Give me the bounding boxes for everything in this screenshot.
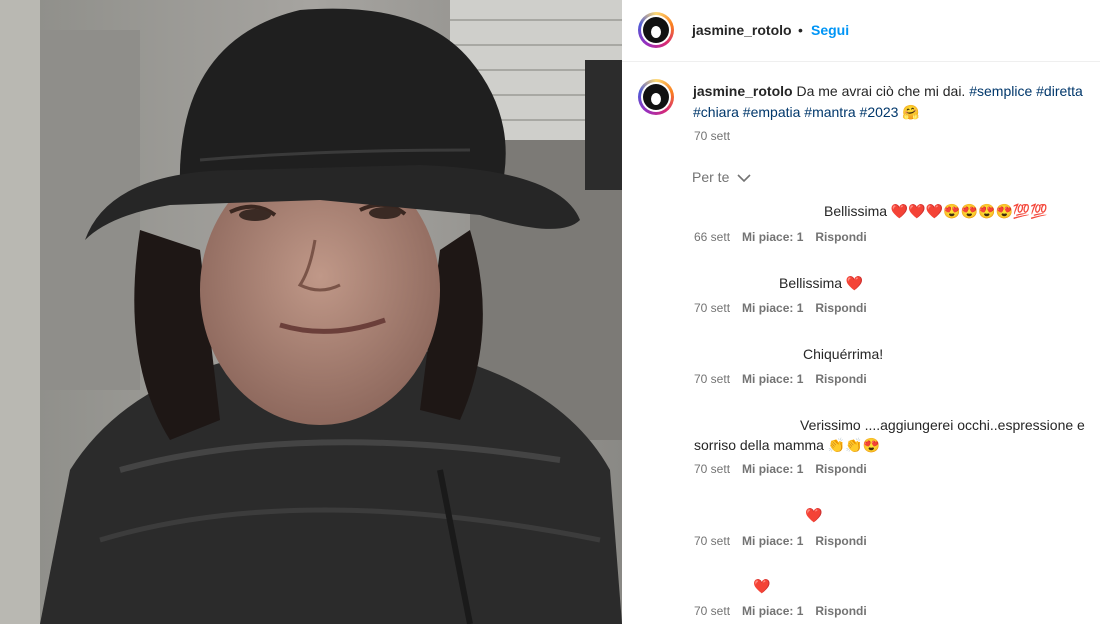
reply-button[interactable]: Rispondi [815,230,866,244]
comment-meta: 70 sett Mi piace: 1 Rispondi [694,372,867,386]
comment-time[interactable]: 70 sett [694,301,730,315]
comment-time[interactable]: 70 sett [694,462,730,476]
comment-text: Bellissima ❤️❤️❤️😍😍😍😍💯💯 [824,203,1048,219]
comment-time[interactable]: 70 sett [694,372,730,386]
reply-button[interactable]: Rispondi [815,372,866,386]
comment-filter-label: Per te [692,169,730,185]
caption-hashtags-line1[interactable]: #semplice #diretta [969,83,1083,99]
caption-emoji: 🤗 [902,104,920,120]
reply-button[interactable]: Rispondi [815,534,866,548]
comment-text: Bellissima ❤️ [779,275,864,291]
post-header: jasmine_rotolo • Segui [622,0,1100,62]
reply-button[interactable]: Rispondi [815,301,866,315]
comment-meta: 70 sett Mi piace: 1 Rispondi [694,301,867,315]
comment-text: ❤️ [753,578,771,594]
post-side-panel: jasmine_rotolo • Segui jasmine_rotolo Da… [622,0,1100,624]
caption-time[interactable]: 70 sett [694,129,730,143]
avatar[interactable] [638,12,674,48]
comment-meta: 70 sett Mi piace: 1 Rispondi [694,534,867,548]
comment-meta: 70 sett Mi piace: 1 Rispondi [694,604,867,618]
chevron-down-icon [737,174,751,183]
header-username[interactable]: jasmine_rotolo [692,22,792,38]
comment-text-line2: sorriso della mamma 👏👏😍 [694,437,881,453]
comment-text: Chiquérrima! [803,346,884,362]
reply-button[interactable]: Rispondi [815,604,866,618]
comment-time[interactable]: 70 sett [694,534,730,548]
caption-text: Da me avrai ciò che mi dai. [796,83,966,99]
comment-time[interactable]: 66 sett [694,230,730,244]
post-photo[interactable] [0,0,622,624]
caption-avatar[interactable] [638,79,674,115]
post-caption: jasmine_rotolo Da me avrai ciò che mi da… [693,81,1100,123]
comment-text: ❤️ [805,507,823,523]
comment-meta: 66 sett Mi piace: 1 Rispondi [694,230,867,244]
comment-likes[interactable]: Mi piace: 1 [742,230,803,244]
selfie-image [0,0,622,624]
comment-likes[interactable]: Mi piace: 1 [742,462,803,476]
comment-text-line1: Verissimo ....aggiungerei occhi..espress… [800,417,1085,433]
caption-username[interactable]: jasmine_rotolo [693,83,793,99]
caption-hashtags-line2[interactable]: #chiara #empatia #mantra #2023 [693,104,898,120]
comment-time[interactable]: 70 sett [694,604,730,618]
reply-button[interactable]: Rispondi [815,462,866,476]
comment-likes[interactable]: Mi piace: 1 [742,604,803,618]
comment-likes[interactable]: Mi piace: 1 [742,301,803,315]
follow-button[interactable]: Segui [811,22,849,38]
comment-meta: 70 sett Mi piace: 1 Rispondi [694,462,867,476]
comment-filter[interactable]: Per te [692,169,751,185]
comment-likes[interactable]: Mi piace: 1 [742,372,803,386]
separator-dot: • [798,22,803,38]
comment-likes[interactable]: Mi piace: 1 [742,534,803,548]
